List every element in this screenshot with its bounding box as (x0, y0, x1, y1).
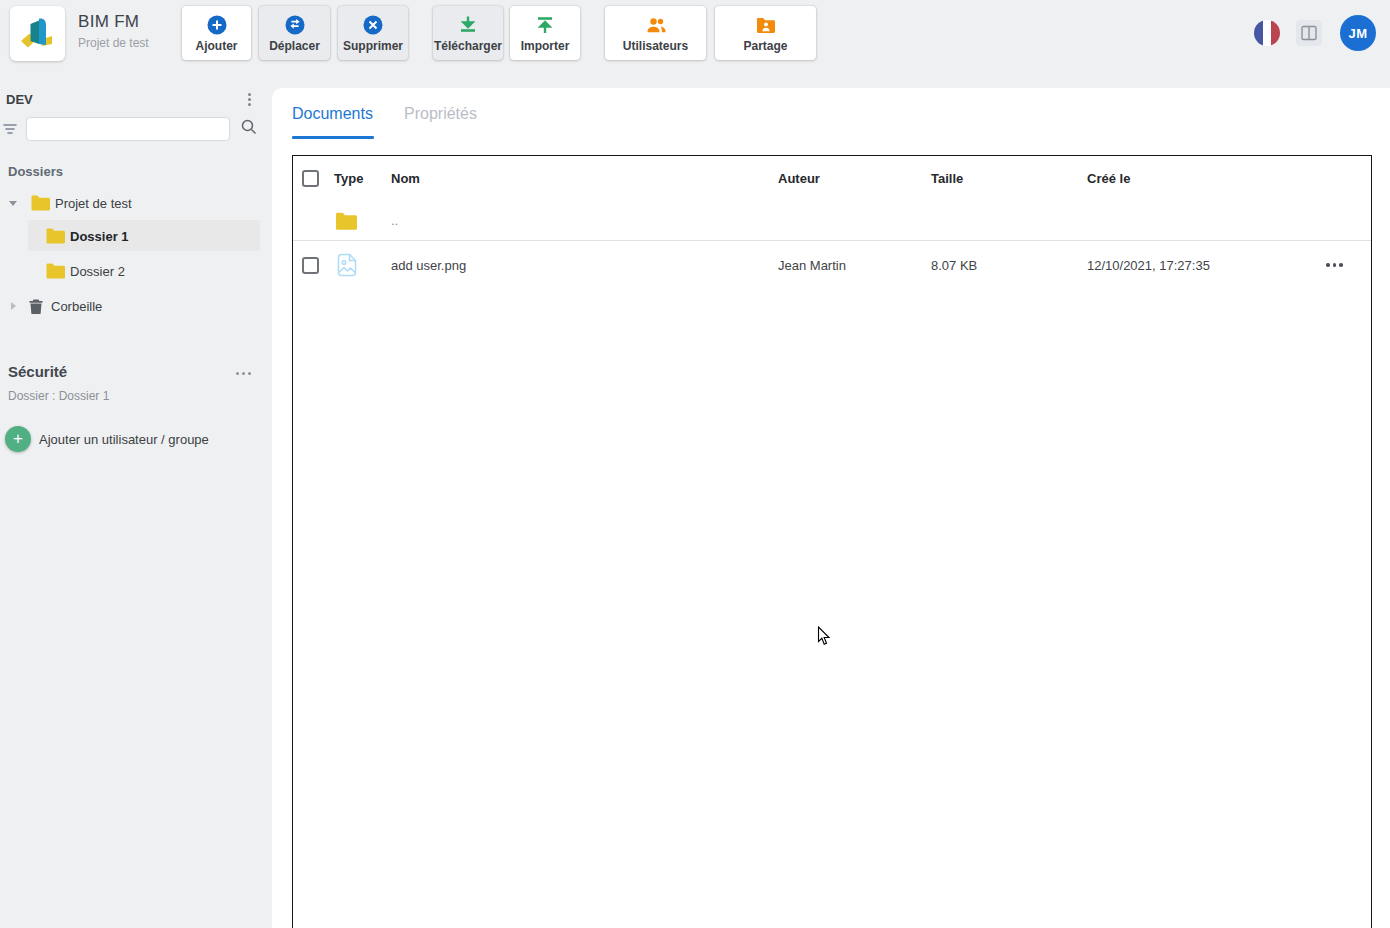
language-flag-button[interactable] (1254, 20, 1280, 46)
search-icon[interactable] (240, 118, 258, 136)
table-row-file[interactable]: add user.png Jean Martin 8.07 KB 12/10/2… (293, 241, 1371, 289)
search-input[interactable] (26, 117, 230, 141)
download-button[interactable]: Télécharger (433, 6, 503, 60)
tree-item-dossier-2[interactable]: Dossier 2 (0, 256, 272, 286)
sidebar-menu-icon[interactable] (243, 90, 255, 108)
folder-icon (46, 263, 65, 279)
upload-icon (534, 14, 556, 36)
users-icon (644, 14, 668, 36)
split-view-icon (1300, 24, 1318, 42)
sidebar: DEV Dossiers Projet de test Dossier 1 Do… (0, 88, 272, 928)
user-avatar[interactable]: JM (1340, 15, 1376, 51)
download-icon (457, 14, 479, 36)
trash-icon (28, 298, 44, 315)
add-circle-icon (206, 14, 228, 36)
split-view-button[interactable] (1296, 20, 1322, 46)
col-header-taille: Taille (931, 171, 1087, 186)
app-subtitle: Projet de test (78, 36, 149, 50)
users-button[interactable]: Utilisateurs (605, 6, 706, 60)
app-title: BIM FM (78, 12, 139, 32)
security-section-title: Sécurité (8, 363, 67, 380)
share-folder-icon (755, 14, 777, 36)
add-user-group-button[interactable]: + Ajouter un utilisateur / groupe (5, 426, 209, 452)
app-logo[interactable] (10, 6, 65, 61)
move-button[interactable]: Déplacer (259, 6, 330, 60)
select-all-checkbox[interactable] (302, 170, 319, 187)
tree-item-projet-de-test[interactable]: Projet de test (0, 188, 272, 218)
image-file-icon (329, 252, 391, 278)
main-panel: Documents Propriétés Type Nom Auteur Tai… (272, 88, 1390, 928)
filter-icon[interactable] (2, 122, 18, 136)
french-flag-icon (1254, 20, 1280, 46)
row-actions-icon[interactable] (1298, 263, 1371, 267)
cell-name: add user.png (391, 258, 778, 273)
cell-author: Jean Martin (778, 258, 931, 273)
folders-section-label: Dossiers (8, 164, 63, 179)
cell-name: .. (391, 213, 778, 228)
col-header-auteur: Auteur (778, 171, 931, 186)
folder-icon (329, 212, 391, 230)
tab-proprietes[interactable]: Propriétés (404, 105, 477, 123)
folder-icon (31, 195, 50, 211)
table-header-row: Type Nom Auteur Taille Créé le (293, 156, 1371, 201)
cell-size: 8.07 KB (931, 258, 1087, 273)
plus-icon[interactable]: + (5, 426, 31, 452)
share-button[interactable]: Partage (715, 6, 816, 60)
mouse-cursor (817, 626, 831, 646)
table-row-parent-folder[interactable]: .. (293, 201, 1371, 241)
cell-created: 12/10/2021, 17:27:35 (1087, 258, 1298, 273)
documents-table: Type Nom Auteur Taille Créé le .. (292, 155, 1372, 928)
col-header-type: Type (329, 171, 391, 186)
bim-fm-logo-icon (17, 13, 59, 55)
col-header-nom: Nom (391, 171, 778, 186)
active-tab-indicator (292, 136, 374, 139)
project-code-label: DEV (6, 92, 33, 107)
col-header-cree-le: Créé le (1087, 171, 1298, 186)
tree-item-dossier-1[interactable]: Dossier 1 (0, 221, 272, 251)
add-button[interactable]: Ajouter (182, 6, 251, 60)
caret-down-icon[interactable] (6, 198, 20, 208)
tree-item-corbeille[interactable]: Corbeille (0, 291, 272, 321)
security-folder-label: Dossier : Dossier 1 (8, 389, 109, 403)
move-circle-icon (284, 14, 306, 36)
caret-right-icon[interactable] (6, 301, 20, 311)
tab-documents[interactable]: Documents (292, 105, 373, 123)
folder-icon (46, 228, 65, 244)
delete-button[interactable]: Supprimer (338, 6, 408, 60)
security-menu-icon[interactable] (236, 372, 251, 375)
delete-circle-icon (362, 14, 384, 36)
import-button[interactable]: Importer (510, 6, 580, 60)
row-checkbox[interactable] (302, 257, 319, 274)
